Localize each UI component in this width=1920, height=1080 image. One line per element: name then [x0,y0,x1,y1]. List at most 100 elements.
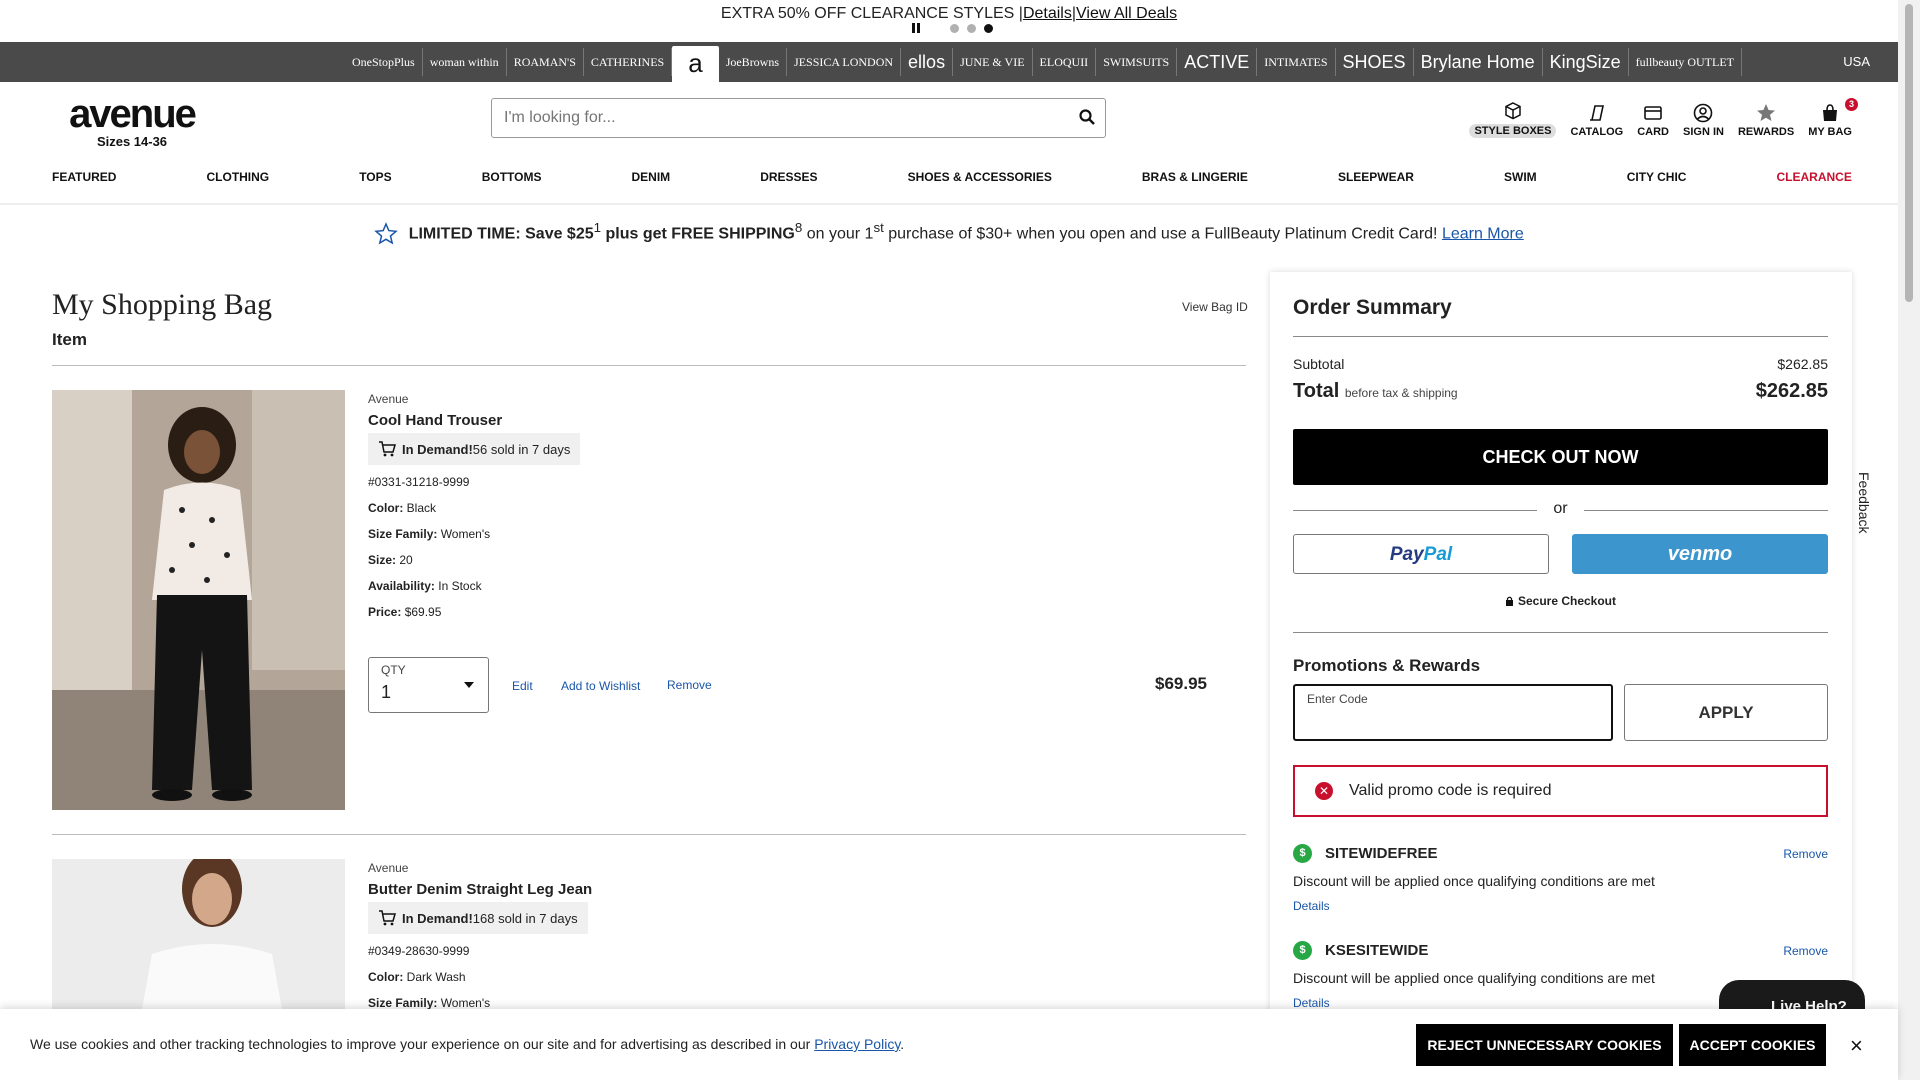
remove-link[interactable]: Remove [667,678,712,692]
brand-link-shoes[interactable]: SHOES [1336,48,1414,76]
nav-bottoms[interactable]: BOTTOMS [482,170,542,184]
my-bag-button[interactable]: 3 MY BAG [1808,98,1858,138]
product-photo-2 [52,859,345,1009]
apply-button[interactable]: APPLY [1624,684,1828,741]
brand-link-joebrowns[interactable]: JoeBrowns [719,48,788,76]
card-label: CARD [1637,126,1669,138]
item-brand: Avenue [368,392,409,406]
promo-code-input[interactable] [1305,710,1601,736]
carousel-dot-2[interactable] [967,23,976,33]
catalog-button[interactable]: CATALOG [1570,102,1623,138]
scrollbar-thumb[interactable] [1905,4,1913,302]
nav-denim[interactable]: DENIM [632,170,671,184]
carousel-dot-3[interactable] [984,23,993,33]
item-name[interactable]: Cool Hand Trouser [368,412,580,429]
brand-link-jessica-london[interactable]: JESSICA LONDON [787,48,902,76]
brand-link-swimsuits[interactable]: SWIMSUITS [1096,48,1178,76]
nav-city-chic[interactable]: CITY CHIC [1627,170,1687,184]
nav-dresses[interactable]: DRESSES [760,170,817,184]
promo-details-link[interactable]: Details [1293,899,1828,913]
nav-clothing[interactable]: CLOTHING [206,170,269,184]
brand-link-fullbeauty-outlet[interactable]: fullbeauty OUTLET [1629,48,1742,76]
quantity-select[interactable]: QTY 1 [368,657,489,713]
nav-tops[interactable]: TOPS [359,170,391,184]
color-label: Color: [368,501,404,515]
paypal-pal: Pal [1423,544,1453,565]
nav-featured[interactable]: FEATURED [52,170,116,184]
accept-cookies-button[interactable]: ACCEPT COOKIES [1679,1024,1826,1066]
edit-link[interactable]: Edit [512,679,533,693]
item-sku: #0349-28630-9999 [368,944,470,958]
brand-link-kingsize[interactable]: KingSize [1543,48,1629,76]
color-label: Color: [368,970,404,984]
privacy-policy-link[interactable]: Privacy Policy [814,1036,900,1052]
item-color: Color: Black [368,501,580,515]
nav-sleepwear[interactable]: SLEEPWEAR [1338,170,1414,184]
subtotal-label: Subtotal [1293,356,1345,372]
cart-divider [52,365,1246,366]
add-to-wishlist-link[interactable]: Add to Wishlist [561,679,640,693]
error-icon: ✕ [1315,782,1333,800]
scrollbar[interactable] [1898,0,1920,1080]
promo-error-message: ✕ Valid promo code is required [1293,765,1828,817]
brand-link-onestopplus[interactable]: OneStopPlus [345,48,423,76]
brand-link-catherines[interactable]: CATHERINES [584,48,673,76]
learn-more-link[interactable]: Learn More [1442,225,1524,242]
nav-clearance[interactable]: CLEARANCE [1777,170,1852,184]
brand-link-active[interactable]: ACTIVE [1177,48,1258,76]
color-value: Black [403,501,437,515]
sign-in-button[interactable]: SIGN IN [1683,102,1724,138]
remove-promo-link[interactable]: Remove [1783,944,1828,958]
region-selector[interactable]: USA [1843,54,1870,69]
promo-bold: LIMITED TIME: Save $25 [408,225,594,243]
paypal-button[interactable]: PayPal [1293,534,1549,574]
nav-bras-lingerie[interactable]: BRAS & LINGERIE [1142,170,1248,184]
product-image-cool-hand-trouser[interactable] [52,390,345,810]
brand-link-june-vie[interactable]: JUNE & VIE [953,48,1033,76]
feedback-tab[interactable]: Feedback [1856,472,1872,533]
price-value: $69.95 [401,605,442,619]
close-icon[interactable]: × [1850,1033,1863,1059]
pause-icon[interactable] [912,23,920,33]
promo-free-shipping: plus get FREE SHIPPING [601,225,795,243]
avenue-logo[interactable]: avenue Sizes 14-36 [52,94,212,149]
item-name[interactable]: Butter Denim Straight Leg Jean [368,881,592,898]
color-value: Dark Wash [403,970,466,984]
reject-cookies-button[interactable]: REJECT UNNECESSARY COOKIES [1416,1024,1673,1066]
checkout-now-button[interactable]: CHECK OUT NOW [1293,429,1828,485]
in-demand-badge: In Demand! 168 sold in 7 days [368,902,588,934]
cart-icon [379,910,396,926]
search-box [491,98,1106,138]
view-bag-id-link[interactable]: View Bag ID [1182,300,1248,314]
cookie-banner: We use cookies and other tracking techno… [0,1009,1898,1080]
promo-details-link[interactable]: Details [1023,5,1072,22]
item-availability: Availability: In Stock [368,579,580,593]
brand-link-intimates[interactable]: INTIMATES [1257,48,1336,76]
remove-promo-link[interactable]: Remove [1783,847,1828,861]
card-button[interactable]: CARD [1637,102,1669,138]
nav-shoes-accessories[interactable]: SHOES & ACCESSORIES [908,170,1052,184]
product-image-butter-denim[interactable] [52,859,345,1009]
total-note: before tax & shipping [1344,386,1458,400]
size-family-value: Women's [437,996,491,1010]
brand-link-a[interactable]: a [672,46,719,82]
search-input[interactable] [492,99,1052,137]
nav-swim[interactable]: SWIM [1504,170,1537,184]
brand-link-ellos[interactable]: ellos [901,48,954,76]
product-photo [52,390,345,810]
brand-link-roaman-s[interactable]: ROAMAN'S [507,48,584,76]
venmo-button[interactable]: venmo [1572,534,1828,574]
brand-link-woman-within[interactable]: woman within [423,48,507,76]
search-icon[interactable] [1079,109,1095,125]
carousel-dot-1[interactable] [950,23,959,33]
view-all-deals-link[interactable]: View All Deals [1076,5,1177,22]
cookie-text: We use cookies and other tracking techno… [30,1036,904,1052]
style-boxes-button[interactable]: STYLE BOXES [1469,100,1557,138]
or-divider: or [1293,500,1828,518]
total-label: Total [1293,380,1340,402]
rewards-button[interactable]: REWARDS [1738,102,1794,138]
brand-link-eloquii[interactable]: ELOQUII [1033,48,1097,76]
promo-code-field: Enter Code [1293,684,1613,741]
brand-link-brylane-home[interactable]: Brylane Home [1414,48,1543,76]
utility-nav: STYLE BOXES CATALOG CARD SIGN IN REWARDS… [1469,98,1858,138]
